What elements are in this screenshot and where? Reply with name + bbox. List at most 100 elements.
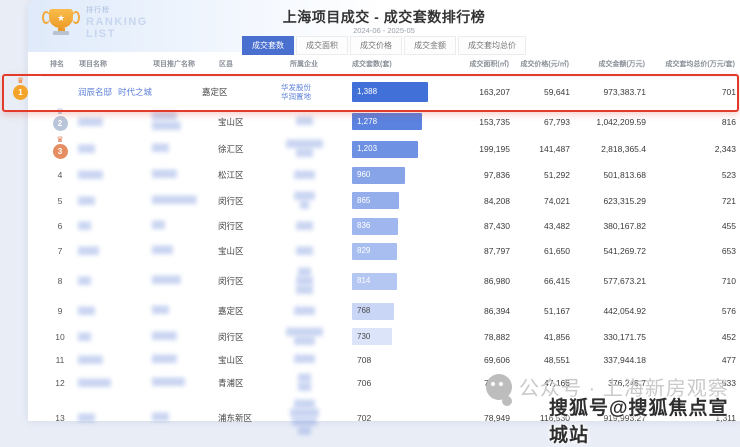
area-cell: 87,430 <box>448 214 510 239</box>
project-name-link[interactable]: ██████ <box>78 172 102 179</box>
company-link[interactable]: ███ <box>264 427 344 436</box>
table-row[interactable]: 8██████████闵行区███████████81486,98066,415… <box>42 264 736 299</box>
table-row[interactable]: 润辰名邸时代之城嘉定区华发股份华润置地1,388163,20759,641973… <box>42 77 736 108</box>
rank-cell: 6 <box>42 214 78 239</box>
promo-name-link[interactable]: ████ <box>152 144 218 154</box>
table-row[interactable]: 3████████徐汇区█████████████1,203199,195141… <box>42 136 736 163</box>
district-cell: 徐汇区 <box>218 136 264 163</box>
rank-cell: 4 <box>42 163 78 188</box>
promo-name-link[interactable]: █████ <box>152 246 218 256</box>
table-row[interactable]: 11████████████宝山区█████70869,60648,551337… <box>42 350 736 370</box>
promo-name-link[interactable]: ███████ <box>152 122 218 132</box>
project-name-link[interactable]: ███ <box>78 223 90 230</box>
tab-4[interactable]: 成交金额 <box>404 36 456 55</box>
company-link[interactable]: ██████ <box>264 418 344 427</box>
table-row[interactable]: 6██████闵行区████83687,43043,482380,167.824… <box>42 214 736 239</box>
column-header: 项目名称 <box>78 52 152 77</box>
project-name-link[interactable]: ████ <box>78 198 94 205</box>
table-row[interactable]: 10█████████闵行区██████████████73078,88241,… <box>42 324 736 350</box>
table-row[interactable]: 2███████████████████宝山区████1,278153,7356… <box>42 108 736 136</box>
company-link[interactable]: ██ <box>264 201 344 210</box>
company-link[interactable]: ████ <box>264 117 344 126</box>
table-row[interactable]: 4████████████松江区█████96097,83651,292501,… <box>42 163 736 188</box>
rank-cell: 7 <box>42 239 78 264</box>
project-name-cell: ██████ <box>78 163 152 188</box>
price-cell: 66,415 <box>510 264 570 299</box>
project-name-cell: ████████ <box>78 370 152 396</box>
company-link[interactable]: █████ <box>264 171 344 180</box>
company-link[interactable]: ███ <box>264 268 344 277</box>
amount-cell: 541,269.72 <box>570 239 646 264</box>
district-cell: 宝山区 <box>218 350 264 370</box>
promo-name-cell: ████ <box>152 136 218 163</box>
project-name-link[interactable]: 润辰名邸 <box>78 87 112 97</box>
company-link[interactable]: █████ <box>264 337 344 346</box>
promo-name-link[interactable]: ███████████ <box>152 196 218 206</box>
table-row[interactable]: 13████████浦东新区█████████████████████70278… <box>42 396 736 440</box>
count-bar-cell: 1,388 <box>344 77 448 108</box>
project-name-cell: ███ <box>78 214 152 239</box>
company-link[interactable]: 华润置地 <box>256 92 336 101</box>
table-row[interactable]: 5███████████████闵行区███████86584,20874,02… <box>42 188 736 214</box>
promo-name-link[interactable]: ███ <box>152 221 218 231</box>
company-link[interactable]: █████ <box>264 192 344 201</box>
table-row[interactable]: 7██████████宝山区████82987,79761,650541,269… <box>42 239 736 264</box>
project-name-link[interactable]: ████████ <box>78 380 110 387</box>
promo-name-cell: ███ <box>152 214 218 239</box>
tab-1[interactable]: 成交套数 <box>242 36 294 55</box>
promo-name-link[interactable]: ███████ <box>152 276 218 286</box>
amount-cell: 501,813.68 <box>570 163 646 188</box>
tab-5[interactable]: 成交套均总价 <box>458 36 526 55</box>
promo-name-link[interactable]: ████ <box>152 413 218 423</box>
count-bar-cell: 702 <box>344 396 448 440</box>
rank-cell: 8 <box>42 264 78 299</box>
company-link[interactable]: ████ <box>264 286 344 295</box>
company-link[interactable]: ███████ <box>264 409 344 418</box>
project-name-link[interactable]: ███ <box>78 334 90 341</box>
project-name-link[interactable]: ████ <box>78 308 94 315</box>
project-name-link[interactable]: ███ <box>78 278 90 285</box>
promo-name-link[interactable]: ██████ <box>152 355 218 365</box>
price-cell: 67,793 <box>510 108 570 136</box>
promo-name-link[interactable]: 时代之城 <box>118 87 184 97</box>
promo-name-link[interactable]: ██████ <box>152 112 218 122</box>
company-cell: █████ <box>264 350 344 370</box>
amount-cell: 337,944.18 <box>570 350 646 370</box>
company-link[interactable]: █████████ <box>264 328 344 337</box>
tab-3[interactable]: 成交价格 <box>350 36 402 55</box>
promo-name-link[interactable]: ██████ <box>152 332 218 342</box>
promo-name-link[interactable]: ██████ <box>152 170 218 180</box>
company-cell: ████ <box>264 108 344 136</box>
company-link[interactable]: ███ <box>264 383 344 392</box>
project-name-link[interactable]: ██████ <box>78 119 102 126</box>
medal-bronze-icon: 3 <box>53 144 68 159</box>
company-link[interactable]: ████ <box>264 149 344 158</box>
company-link[interactable]: █████████ <box>264 140 344 149</box>
project-name-link[interactable]: █████ <box>78 248 98 255</box>
company-cell: █████ <box>264 163 344 188</box>
table-row[interactable]: 12████████████████青浦区██████70679,77147,1… <box>42 370 736 396</box>
company-link[interactable]: █████ <box>264 400 344 409</box>
promo-name-link[interactable]: ████ <box>152 306 218 316</box>
promo-name-link[interactable]: ████████ <box>152 378 218 388</box>
project-name-link[interactable]: ████ <box>78 146 94 153</box>
company-link[interactable]: ████ <box>264 247 344 256</box>
company-link[interactable]: 华发股份 <box>256 83 336 92</box>
count-bar-cell: 1,278 <box>344 108 448 136</box>
price-cell: 48,551 <box>510 350 570 370</box>
company-link[interactable]: █████ <box>264 355 344 364</box>
column-header: 成交面积(㎡) <box>448 52 510 77</box>
table-row[interactable]: 9████████嘉定区█████76886,39451,167442,054.… <box>42 299 736 324</box>
tab-2[interactable]: 成交面积 <box>296 36 348 55</box>
project-name-link[interactable]: ████ <box>78 415 94 422</box>
company-link[interactable]: █████ <box>264 307 344 316</box>
company-link[interactable]: ███ <box>264 374 344 383</box>
project-name-cell: ███ <box>78 324 152 350</box>
rank-cell: 12 <box>42 370 78 396</box>
project-name-link[interactable]: ██████ <box>78 357 102 364</box>
project-name-cell: ████ <box>78 299 152 324</box>
company-link[interactable]: ████ <box>264 222 344 231</box>
promo-name-cell: █████ <box>152 239 218 264</box>
avg-price-cell: 477 <box>646 350 736 370</box>
company-link[interactable]: ████ <box>264 277 344 286</box>
